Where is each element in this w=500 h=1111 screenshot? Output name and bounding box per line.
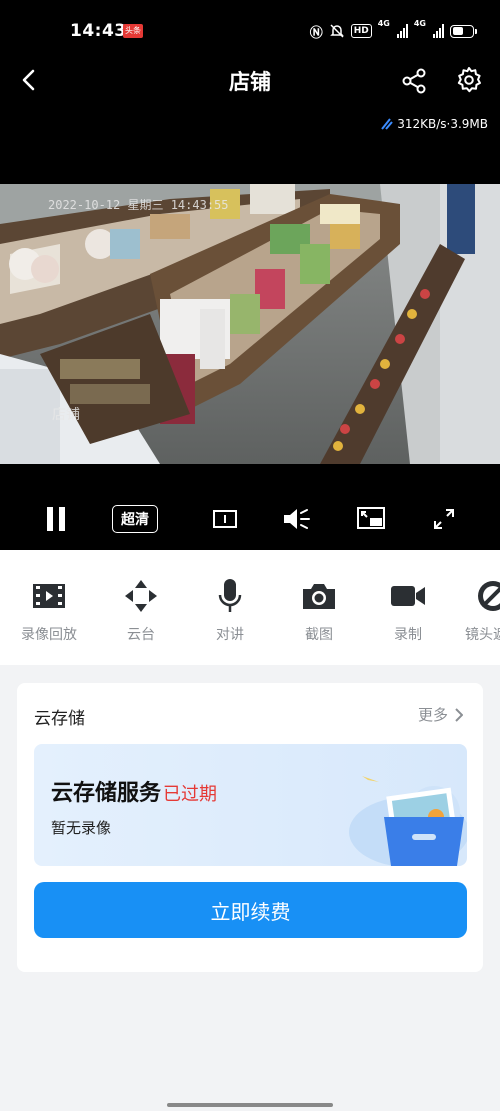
service-title: 云存储服务 已过期 <box>51 775 217 807</box>
pause-icon <box>47 507 65 531</box>
more-link[interactable]: 更多 <box>418 704 463 725</box>
camera-icon <box>303 584 335 609</box>
cloud-folder-illustration <box>349 776 467 866</box>
expired-badge: 已过期 <box>163 784 218 805</box>
tool-intercom[interactable]: 对讲 <box>185 576 275 644</box>
tool-record[interactable]: 录制 <box>363 576 453 644</box>
speaker-mute-icon <box>284 509 310 529</box>
hd-icon: HD <box>350 24 372 38</box>
status-time: 14:43 <box>70 21 127 41</box>
osd-timestamp: 2022-10-12 星期三 14:43:55 <box>48 198 229 212</box>
tool-label: 截图 <box>305 627 333 643</box>
renew-button[interactable]: 立即续费 <box>34 882 467 938</box>
mute-bell-icon <box>329 24 344 38</box>
osd-channel-name: 店铺 <box>52 407 80 423</box>
stream-speed: 312KB/s·3.9MB <box>380 117 488 131</box>
player-controls: 超清 <box>0 500 500 540</box>
more-label: 更多 <box>417 706 448 724</box>
signal-icon-2 <box>433 24 444 38</box>
home-indicator[interactable] <box>167 1103 333 1107</box>
tool-label: 对讲 <box>216 627 244 643</box>
tool-label: 云台 <box>127 627 155 643</box>
gear-icon[interactable] <box>455 66 483 94</box>
signal-icon <box>396 24 408 38</box>
status-bar: 14:43 头条 Ⓝ HD 4G 4G <box>0 0 500 60</box>
chevron-right-icon <box>455 707 463 722</box>
pip-button[interactable] <box>356 502 386 536</box>
tool-label: 镜头遮蔽 <box>465 627 500 643</box>
pause-button[interactable] <box>44 502 68 536</box>
nav-bar: 店铺 <box>0 60 500 102</box>
tool-playback[interactable]: 录像回放 <box>4 576 94 644</box>
tool-label: 录像回放 <box>21 627 77 643</box>
speed-icon <box>381 118 393 130</box>
aspect-ratio-button[interactable] <box>212 502 238 536</box>
service-name: 云存储服务 <box>51 781 162 806</box>
cloud-storage-title: 云存储 <box>34 709 85 729</box>
tool-ptz[interactable]: 云台 <box>96 576 186 644</box>
network-type-1: 4G <box>377 19 390 28</box>
tool-lens-cover[interactable]: 镜头遮蔽 <box>448 576 500 644</box>
video-record-icon <box>391 586 425 606</box>
tool-bar: 录像回放 云台 对讲 截图 录制 镜头 <box>0 550 500 665</box>
nfc-icon: Ⓝ <box>309 25 323 41</box>
no-recording-text: 暂无录像 <box>51 819 112 837</box>
quality-button[interactable]: 超清 <box>112 505 158 533</box>
microphone-icon <box>218 579 242 612</box>
network-type-2: 4G <box>413 19 426 28</box>
notification-badge: 头条 <box>123 24 143 38</box>
cloud-service-banner[interactable]: 云存储服务 已过期 暂无录像 <box>34 744 467 866</box>
status-icons: Ⓝ HD 4G 4G <box>309 19 477 42</box>
mute-button[interactable] <box>282 502 312 536</box>
camera-feed[interactable]: 2022-10-12 星期三 14:43:55 店铺 <box>0 184 500 464</box>
share-icon[interactable] <box>400 67 428 95</box>
tool-label: 录制 <box>394 627 422 643</box>
stream-speed-label: 312KB/s·3.9MB <box>397 117 488 131</box>
battery-icon <box>450 24 477 38</box>
film-icon <box>33 584 65 608</box>
fullscreen-icon <box>434 509 454 529</box>
lens-cover-icon <box>478 581 500 611</box>
aspect-ratio-icon <box>213 510 237 528</box>
cloud-storage-card: 云存储 更多 云存储服务 已过期 暂无录像 立即续费 <box>17 683 483 972</box>
tool-screenshot[interactable]: 截图 <box>274 576 364 644</box>
fullscreen-button[interactable] <box>432 502 456 536</box>
picture-in-picture-icon <box>357 507 385 529</box>
ptz-arrows-icon <box>125 580 157 612</box>
